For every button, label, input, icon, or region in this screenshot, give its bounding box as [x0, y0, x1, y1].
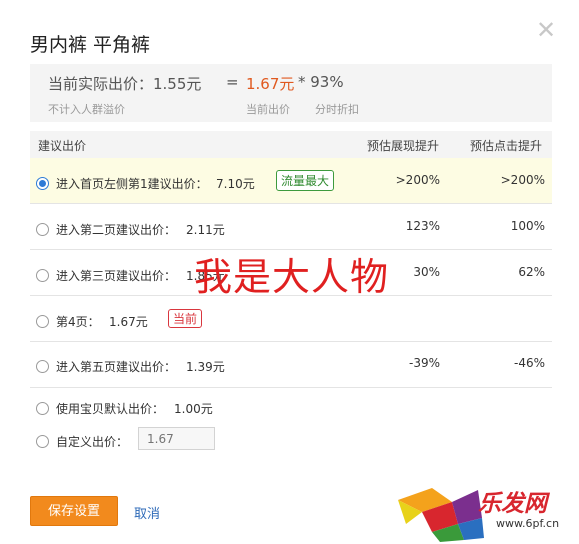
header-click-lift: 预估点击提升 — [470, 139, 543, 153]
bid-option-row[interactable]: 进入第二页建议出价： 2.11元 123% 100% — [30, 204, 552, 250]
option-label: 使用宝贝默认出价： — [56, 402, 165, 416]
radio-button[interactable] — [36, 177, 49, 190]
show-lift-value: -39% — [408, 356, 440, 370]
option-price: 2.11元 — [186, 223, 225, 237]
bid-option-row[interactable]: 自定义出价： — [30, 426, 552, 454]
bid-option-row[interactable]: 使用宝贝默认出价： 1.00元 — [30, 392, 552, 422]
radio-button[interactable] — [36, 269, 49, 282]
radio-button[interactable] — [36, 223, 49, 236]
note-time-discount: 分时折扣 — [315, 103, 359, 116]
bid-option-row[interactable]: 进入第五页建议出价： 1.39元 -39% -46% — [30, 342, 552, 388]
watermark-url: www.6pf.cn — [496, 517, 560, 530]
show-lift-value: >200% — [395, 173, 440, 187]
show-lift-value: 123% — [405, 219, 440, 233]
option-price: 1.67元 — [109, 315, 148, 329]
option-label: 第4页： — [56, 315, 100, 329]
click-lift-value: 62% — [518, 265, 545, 279]
close-icon[interactable]: ✕ — [536, 18, 556, 42]
current-badge: 当前 — [168, 309, 203, 328]
bid-option-row[interactable]: 第4页： 1.67元 当前 — [30, 296, 552, 342]
price-summary: 当前实际出价：1.55元 = 1.67元 * 93% 不计入人群溢价 当前出价 … — [30, 64, 552, 122]
click-lift-value: >200% — [500, 173, 545, 187]
option-label: 自定义出价： — [56, 435, 129, 449]
overlay-caption: 我是大人物 — [194, 255, 390, 299]
save-button[interactable]: 保存设置 — [30, 496, 118, 526]
option-label: 进入第三页建议出价： — [56, 269, 177, 283]
option-label: 进入第五页建议出价： — [56, 360, 177, 374]
current-bid-value: 1.67元 — [246, 75, 295, 93]
discount-multiplier: * 93% — [298, 73, 344, 91]
option-label: 进入第二页建议出价： — [56, 223, 177, 237]
header-show-lift: 预估展现提升 — [367, 139, 440, 153]
bid-option-row[interactable]: 进入首页左侧第1建议出价： 7.10元 流量最大 >200% >200% — [30, 158, 552, 204]
option-price: 1.39元 — [186, 360, 225, 374]
actual-bid-label: 当前实际出价：1.55元 — [48, 75, 202, 93]
radio-button[interactable] — [36, 402, 49, 415]
click-lift-value: -46% — [513, 356, 545, 370]
note-no-crowd-premium: 不计入人群溢价 — [48, 103, 125, 116]
radio-button[interactable] — [36, 435, 49, 448]
radio-button[interactable] — [36, 360, 49, 373]
watermark-name: 乐发网 — [478, 490, 547, 517]
dialog-title: 男内裤 平角裤 — [30, 34, 151, 56]
note-current-bid: 当前出价 — [246, 103, 290, 116]
traffic-max-badge: 流量最大 — [276, 170, 335, 191]
option-price: 1.00元 — [174, 402, 213, 416]
option-price: 7.10元 — [216, 177, 255, 191]
header-bid: 建议出价 — [38, 139, 87, 153]
option-label: 进入首页左侧第1建议出价： — [56, 177, 208, 191]
cancel-link[interactable]: 取消 — [134, 503, 160, 522]
custom-bid-input[interactable] — [138, 427, 215, 450]
table-header: 建议出价 预估展现提升 预估点击提升 — [30, 131, 552, 158]
equals-sign: = — [226, 73, 239, 91]
radio-button[interactable] — [36, 315, 49, 328]
click-lift-value: 100% — [510, 219, 545, 233]
